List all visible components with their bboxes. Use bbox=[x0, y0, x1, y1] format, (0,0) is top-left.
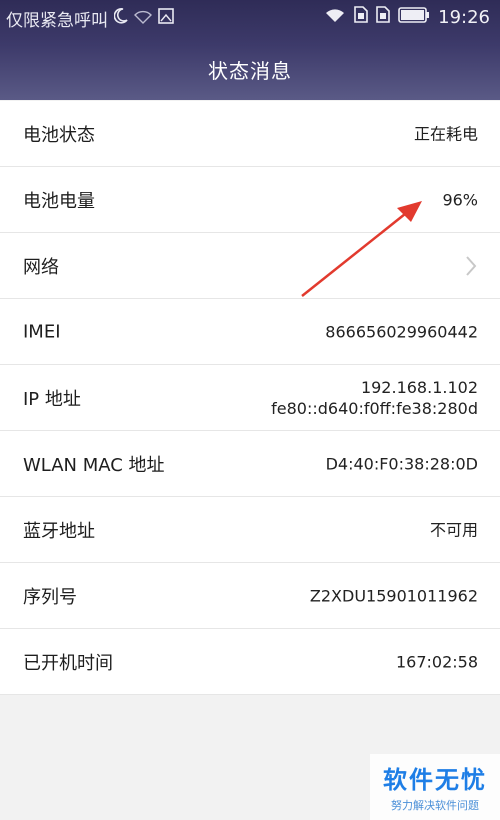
row-label: IMEI bbox=[23, 321, 61, 342]
status-bar: 仅限紧急呼叫 19:26 bbox=[0, 0, 500, 34]
row-uptime: 已开机时间 167:02:58 bbox=[0, 629, 500, 695]
watermark-main: 软件无忧 bbox=[383, 766, 487, 794]
row-value: 167:02:58 bbox=[395, 652, 478, 671]
sim2-icon bbox=[376, 6, 390, 28]
row-label: 序列号 bbox=[23, 586, 77, 608]
row-label: 电池电量 bbox=[23, 190, 95, 212]
row-label: 已开机时间 bbox=[23, 652, 113, 674]
watermark-sub: 努力解决软件问题 bbox=[391, 799, 479, 812]
row-label: 电池状态 bbox=[23, 124, 95, 146]
carrier-text: 仅限紧急呼叫 bbox=[6, 11, 108, 31]
image-icon bbox=[158, 8, 174, 29]
row-ip-address: IP 地址 192.168.1.102 fe80::d640:f0ff:fe38… bbox=[0, 365, 500, 431]
status-left: 仅限紧急呼叫 bbox=[6, 6, 174, 31]
row-battery-level: 电池电量 96% bbox=[0, 167, 500, 233]
row-value: 866656029960442 bbox=[325, 322, 478, 341]
battery-icon bbox=[398, 6, 430, 28]
chevron-right-icon bbox=[464, 255, 478, 277]
row-value: 192.168.1.102 fe80::d640:f0ff:fe38:280d bbox=[271, 377, 478, 419]
row-battery-status: 电池状态 正在耗电 bbox=[0, 101, 500, 167]
page-title: 状态消息 bbox=[208, 59, 292, 83]
row-label: 蓝牙地址 bbox=[23, 520, 95, 542]
row-imei: IMEI 866656029960442 bbox=[0, 299, 500, 365]
row-label: WLAN MAC 地址 bbox=[23, 454, 165, 476]
row-label: 网络 bbox=[23, 256, 59, 278]
row-label: IP 地址 bbox=[23, 388, 81, 410]
row-value: 正在耗电 bbox=[413, 124, 478, 143]
row-bluetooth-address: 蓝牙地址 不可用 bbox=[0, 497, 500, 563]
row-serial-number: 序列号 Z2XDU15901011962 bbox=[0, 563, 500, 629]
signal-weak-icon bbox=[134, 9, 152, 29]
sim1-icon bbox=[354, 6, 368, 28]
row-wlan-mac: WLAN MAC 地址 D4:40:F0:38:28:0D bbox=[0, 431, 500, 497]
status-list: 电池状态 正在耗电 电池电量 96% 网络 IMEI 8666560299604… bbox=[0, 101, 500, 695]
watermark-logo: 软件无忧 努力解决软件问题 bbox=[370, 754, 500, 820]
app-header: 仅限紧急呼叫 19:26 状态消息 bbox=[0, 0, 500, 100]
row-network[interactable]: 网络 bbox=[0, 233, 500, 299]
row-value: 96% bbox=[442, 190, 478, 209]
ipv6-value: fe80::d640:f0ff:fe38:280d bbox=[271, 398, 478, 418]
ipv4-value: 192.168.1.102 bbox=[360, 377, 478, 397]
row-value: D4:40:F0:38:28:0D bbox=[325, 454, 478, 473]
row-value: 不可用 bbox=[429, 520, 478, 539]
moon-icon bbox=[113, 8, 128, 29]
row-value: Z2XDU15901011962 bbox=[309, 586, 478, 605]
wifi-icon bbox=[324, 7, 346, 28]
clock: 19:26 bbox=[438, 6, 490, 28]
status-right: 19:26 bbox=[324, 6, 490, 28]
